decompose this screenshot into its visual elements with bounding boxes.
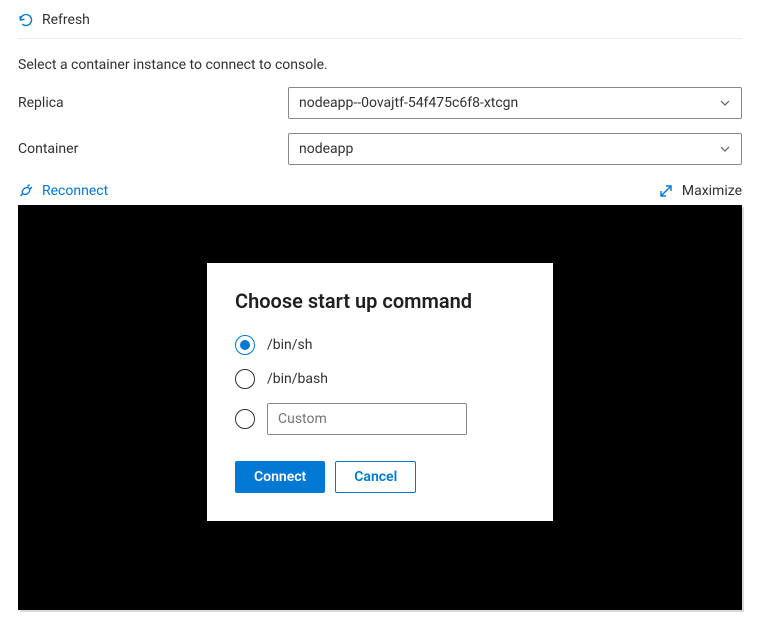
maximize-label: Maximize [682,183,742,199]
reconnect-button[interactable]: Reconnect [18,183,108,199]
console-page: Refresh Select a container instance to c… [0,0,760,642]
instruction-text: Select a container instance to connect t… [18,57,742,73]
reconnect-label: Reconnect [42,183,108,199]
replica-row: Replica nodeapp--0ovajtf-54f475c6f8-xtcg… [18,87,742,119]
radio-binsh[interactable] [235,335,255,355]
radio-row-binsh[interactable]: /bin/sh [235,335,525,355]
radio-row-custom[interactable] [235,403,525,435]
maximize-button[interactable]: Maximize [658,183,742,199]
plug-icon [18,183,34,199]
cancel-button[interactable]: Cancel [335,461,416,493]
chevron-down-icon [719,97,731,109]
startup-command-dialog: Choose start up command /bin/sh /bin/bas… [207,263,553,521]
dialog-actions: Connect Cancel [235,461,525,493]
radio-label-binsh: /bin/sh [267,337,313,353]
replica-select[interactable]: nodeapp--0ovajtf-54f475c6f8-xtcgn [288,87,742,119]
terminal-pane: Choose start up command /bin/sh /bin/bas… [18,205,742,610]
container-select[interactable]: nodeapp [288,133,742,165]
dialog-title: Choose start up command [235,289,525,313]
console-toolbar: Reconnect Maximize [18,183,742,199]
container-row: Container nodeapp [18,133,742,165]
radio-custom[interactable] [235,409,255,429]
replica-label: Replica [18,95,288,111]
refresh-icon [18,12,34,28]
chevron-down-icon [719,143,731,155]
custom-command-input[interactable] [267,403,467,435]
container-label: Container [18,141,288,157]
refresh-button[interactable]: Refresh [42,12,90,28]
radio-label-binbash: /bin/bash [267,371,328,387]
replica-value: nodeapp--0ovajtf-54f475c6f8-xtcgn [299,95,518,111]
command-bar: Refresh [18,8,742,39]
connect-button[interactable]: Connect [235,461,325,493]
container-value: nodeapp [299,141,353,157]
radio-binbash[interactable] [235,369,255,389]
radio-row-binbash[interactable]: /bin/bash [235,369,525,389]
expand-icon [658,183,674,199]
